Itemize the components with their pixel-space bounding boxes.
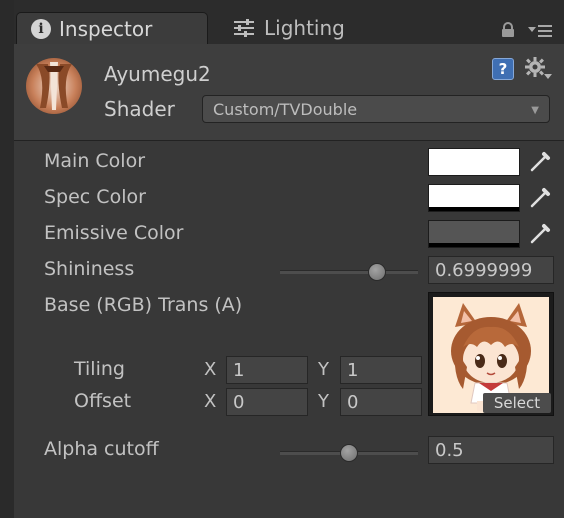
tab-inspector-label: Inspector bbox=[59, 16, 153, 41]
texture-select-button[interactable]: Select bbox=[483, 393, 551, 413]
info-icon: i bbox=[31, 18, 51, 39]
left-panel-edge bbox=[0, 0, 15, 518]
tab-inspector[interactable]: i Inspector bbox=[16, 12, 208, 44]
inspector-panel: Ayumegu2 Shader Custom/TVDouble ▼ ? Main… bbox=[14, 44, 564, 518]
tab-lighting-label: Lighting bbox=[264, 16, 345, 40]
offset-x-axis-label: X bbox=[204, 391, 217, 412]
eyedropper-icon[interactable] bbox=[528, 220, 554, 246]
tiling-x-field[interactable]: 1 bbox=[226, 356, 308, 384]
panel-menu-icon[interactable] bbox=[528, 24, 552, 38]
offset-y-axis-label: Y bbox=[318, 391, 329, 412]
gear-icon[interactable] bbox=[524, 56, 552, 82]
alpha-cutoff-slider-thumb[interactable] bbox=[340, 444, 358, 462]
help-icon[interactable]: ? bbox=[492, 58, 514, 80]
shininess-slider-track[interactable] bbox=[280, 270, 418, 274]
base-texture-label: Base (RGB) Trans (A) bbox=[44, 294, 243, 316]
spec-color-swatch[interactable] bbox=[428, 184, 520, 212]
main-color-swatch[interactable] bbox=[428, 148, 520, 176]
texture-slot[interactable]: Select bbox=[428, 292, 554, 416]
offset-x-field[interactable]: 0 bbox=[226, 388, 308, 416]
material-header: Ayumegu2 Shader Custom/TVDouble ▼ ? bbox=[14, 44, 564, 141]
chevron-down-icon: ▼ bbox=[531, 105, 539, 116]
material-preview-image bbox=[36, 62, 72, 110]
shader-dropdown[interactable]: Custom/TVDouble ▼ bbox=[202, 95, 550, 123]
tiling-x-axis-label: X bbox=[204, 359, 217, 380]
shininess-slider-thumb[interactable] bbox=[367, 263, 386, 281]
sliders-icon bbox=[234, 19, 254, 37]
emissive-color-label: Emissive Color bbox=[44, 222, 184, 244]
material-preview-thumbnail bbox=[26, 58, 82, 114]
shader-label: Shader bbox=[104, 97, 175, 121]
material-name: Ayumegu2 bbox=[104, 62, 211, 86]
alpha-cutoff-label: Alpha cutoff bbox=[44, 438, 159, 460]
emissive-color-swatch[interactable] bbox=[428, 220, 520, 248]
main-color-label: Main Color bbox=[44, 150, 146, 172]
alpha-cutoff-field[interactable]: 0.5 bbox=[428, 436, 554, 464]
offset-y-field[interactable]: 0 bbox=[340, 388, 422, 416]
shininess-label: Shininess bbox=[44, 258, 135, 280]
spec-color-label: Spec Color bbox=[44, 186, 146, 208]
offset-label: Offset bbox=[74, 390, 132, 412]
alpha-bar bbox=[429, 243, 519, 247]
lock-icon[interactable] bbox=[500, 22, 516, 38]
eyedropper-icon[interactable] bbox=[528, 148, 554, 174]
tiling-y-field[interactable]: 1 bbox=[340, 356, 422, 384]
tiling-label: Tiling bbox=[74, 358, 125, 380]
alpha-bar bbox=[429, 207, 519, 211]
eyedropper-icon[interactable] bbox=[528, 184, 554, 210]
tab-bar: i Inspector Lighting bbox=[14, 0, 564, 44]
tab-lighting[interactable]: Lighting bbox=[228, 12, 388, 44]
shader-value: Custom/TVDouble bbox=[213, 99, 358, 119]
tiling-y-axis-label: Y bbox=[318, 359, 329, 380]
shininess-field[interactable]: 0.6999999 bbox=[428, 256, 554, 284]
